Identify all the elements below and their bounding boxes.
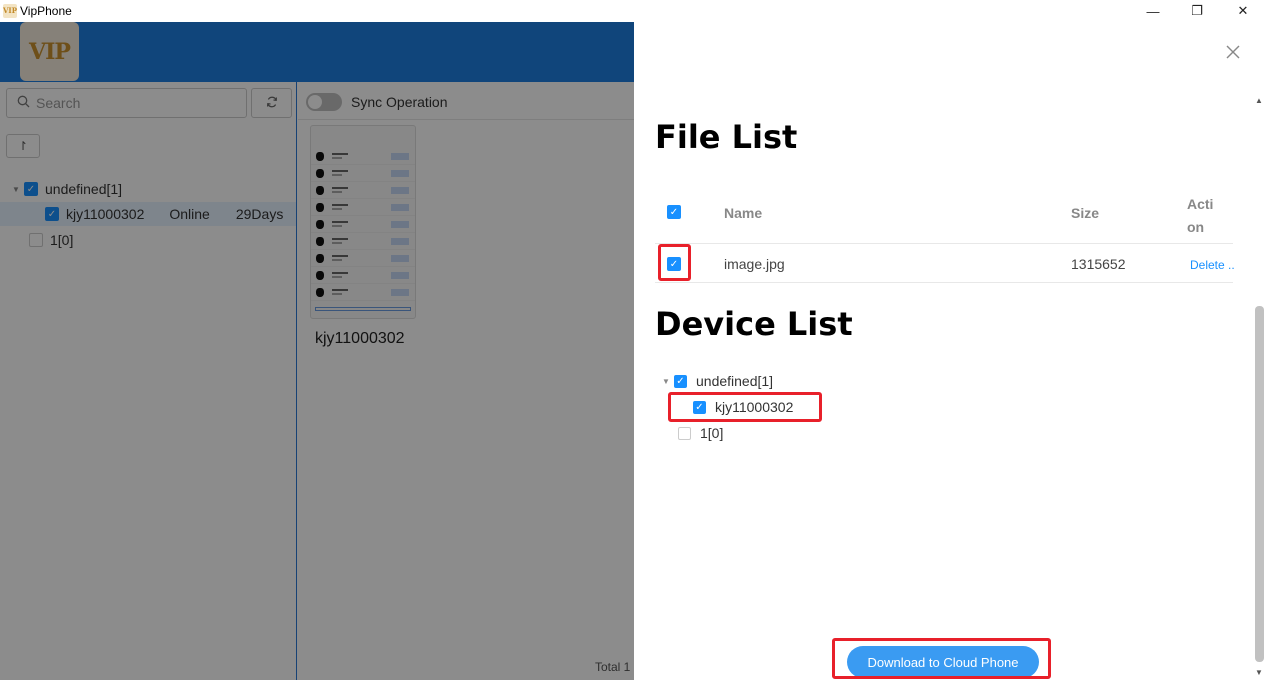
column-name: Name xyxy=(724,205,763,221)
drawer-close-button[interactable] xyxy=(1224,44,1242,62)
delete-link[interactable]: Delete .. xyxy=(1190,258,1235,272)
drawer-tree-group-1[interactable]: 1[0] xyxy=(678,421,723,445)
group-label: undefined[1] xyxy=(696,373,774,389)
title-bar: VIP VipPhone — ❐ ✕ xyxy=(0,0,1268,22)
group-label: 1[0] xyxy=(700,425,724,441)
column-size: Size xyxy=(1071,205,1100,221)
minimize-button[interactable]: — xyxy=(1130,0,1176,22)
scroll-up-arrow[interactable]: ▲ xyxy=(1255,96,1263,105)
scrollbar-thumb[interactable] xyxy=(1255,306,1264,662)
file-row-checkbox[interactable]: ✓ xyxy=(667,257,681,271)
device-checkbox[interactable]: ✓ xyxy=(693,400,706,414)
column-action: Acti on xyxy=(1187,196,1214,235)
file-name: image.jpg xyxy=(724,256,785,272)
drawer-tree-device[interactable]: ✓ kjy11000302 xyxy=(693,395,793,419)
device-label: kjy11000302 xyxy=(715,399,794,415)
select-all-checkbox[interactable]: ✓ xyxy=(667,205,681,219)
file-size: 1315652 xyxy=(1071,256,1126,272)
scroll-down-arrow[interactable]: ▼ xyxy=(1255,668,1263,677)
caret-down-icon[interactable]: ▼ xyxy=(662,377,674,386)
download-to-cloud-phone-button[interactable]: Download to Cloud Phone xyxy=(847,646,1039,678)
close-window-button[interactable]: ✕ xyxy=(1220,0,1266,22)
group-checkbox[interactable]: ✓ xyxy=(674,374,687,388)
group-checkbox[interactable] xyxy=(678,426,691,440)
app-icon: VIP xyxy=(3,4,17,18)
modal-overlay[interactable] xyxy=(0,22,634,680)
app-title: VipPhone xyxy=(20,4,72,18)
file-drawer: ▲ ▼ File List ✓ Name Size Acti on ✓ imag… xyxy=(634,22,1268,680)
drawer-tree-group-undefined[interactable]: ▼ ✓ undefined[1] xyxy=(662,369,773,393)
close-icon xyxy=(1226,45,1240,59)
table-divider xyxy=(655,243,1233,244)
file-list-title: File List xyxy=(655,118,798,156)
table-divider xyxy=(655,282,1233,283)
device-list-title: Device List xyxy=(655,305,853,343)
maximize-button[interactable]: ❐ xyxy=(1174,0,1220,22)
